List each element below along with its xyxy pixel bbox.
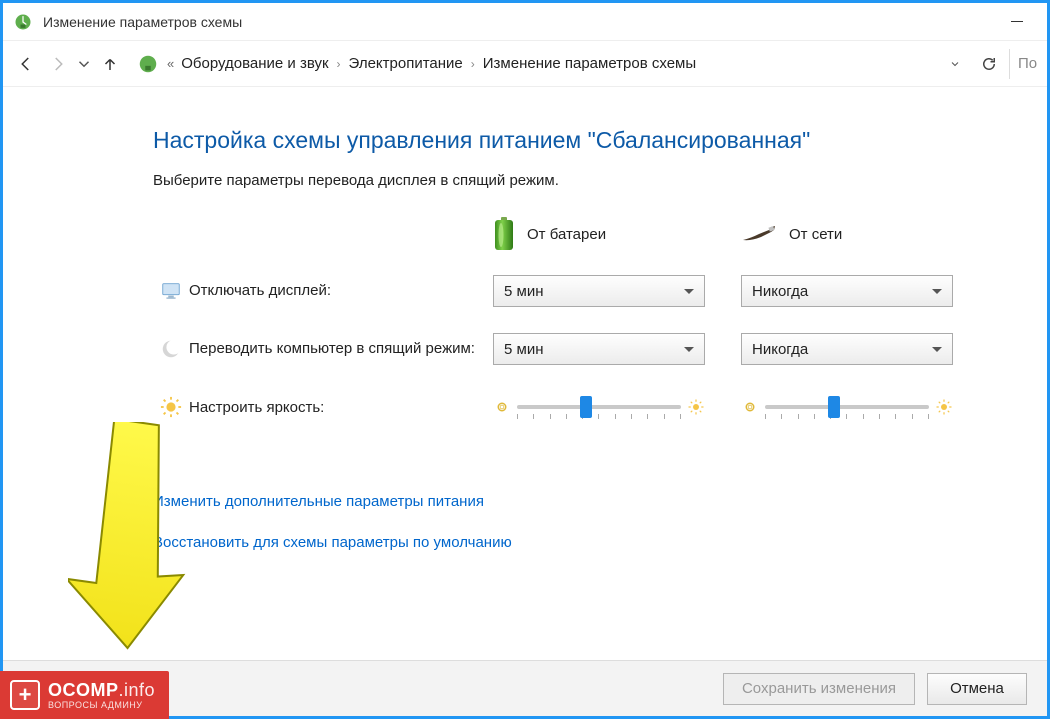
display-off-label: Отключать дисплей: — [189, 281, 493, 301]
brightness-battery-slider[interactable] — [493, 391, 705, 423]
moon-icon — [160, 338, 182, 360]
advanced-settings-link[interactable]: Изменить дополнительные параметры питани… — [153, 493, 987, 510]
display-off-ac-select[interactable]: Никогда — [741, 275, 953, 307]
window-title: Изменение параметров схемы — [43, 14, 997, 30]
battery-label: От батареи — [527, 226, 606, 243]
recent-locations-button[interactable] — [75, 49, 93, 79]
chevron-down-icon — [684, 347, 694, 352]
up-button[interactable] — [95, 49, 125, 79]
power-options-icon — [13, 12, 33, 32]
cancel-button[interactable]: Отмена — [927, 673, 1027, 705]
brightness-ac-slider[interactable] — [741, 391, 953, 423]
sleep-label: Переводить компьютер в спящий режим: — [189, 339, 493, 359]
chevron-right-icon[interactable]: › — [467, 57, 479, 71]
page-subtitle: Выберите параметры перевода дисплея в сп… — [153, 172, 987, 189]
sun-icon — [160, 396, 182, 418]
column-header-battery: От батареи — [493, 217, 713, 251]
breadcrumb[interactable]: « Оборудование и звук › Электропитание ›… — [165, 49, 939, 78]
plug-icon — [741, 224, 777, 244]
watermark-logo: + OCOMP.info ВОПРОСЫ АДМИНУ — [0, 671, 169, 719]
address-dropdown-button[interactable] — [941, 50, 969, 78]
sleep-ac-select[interactable]: Никогда — [741, 333, 953, 365]
sun-dim-icon — [493, 398, 511, 416]
monitor-icon — [160, 280, 182, 302]
display-off-battery-select[interactable]: 5 мин — [493, 275, 705, 307]
refresh-button[interactable] — [975, 50, 1003, 78]
forward-button[interactable] — [43, 49, 73, 79]
search-input[interactable]: По — [1009, 49, 1039, 79]
plus-icon: + — [10, 680, 40, 710]
battery-icon — [493, 217, 515, 251]
content-area: Настройка схемы управления питанием "Сба… — [3, 87, 1047, 660]
sun-dim-icon — [741, 398, 759, 416]
ac-label: От сети — [789, 226, 842, 243]
setting-display-off: Отключать дисплей: 5 мин Никогда — [153, 275, 987, 307]
breadcrumb-edit-plan[interactable]: Изменение параметров схемы — [479, 49, 700, 78]
breadcrumb-power-options[interactable]: Электропитание — [345, 49, 467, 78]
page-title: Настройка схемы управления питанием "Сба… — [153, 127, 987, 154]
chevron-down-icon — [684, 289, 694, 294]
search-placeholder: По — [1018, 55, 1037, 72]
back-button[interactable] — [11, 49, 41, 79]
navigation-bar: « Оборудование и звук › Электропитание ›… — [3, 41, 1047, 87]
address-bar-icon — [137, 53, 159, 75]
breadcrumb-hardware-sound[interactable]: Оборудование и звук — [177, 49, 332, 78]
sleep-battery-select[interactable]: 5 мин — [493, 333, 705, 365]
sun-bright-icon — [935, 398, 953, 416]
chevron-right-icon[interactable]: › — [333, 57, 345, 71]
setting-brightness: Настроить яркость: — [153, 391, 987, 423]
breadcrumb-overflow-icon[interactable]: « — [165, 56, 177, 71]
minimize-button[interactable] — [997, 8, 1037, 36]
chevron-down-icon — [932, 347, 942, 352]
save-button[interactable]: Сохранить изменения — [723, 673, 915, 705]
setting-sleep: Переводить компьютер в спящий режим: 5 м… — [153, 333, 987, 365]
chevron-down-icon — [932, 289, 942, 294]
brightness-label: Настроить яркость: — [189, 396, 493, 418]
restore-defaults-link[interactable]: Восстановить для схемы параметры по умол… — [153, 534, 987, 551]
column-header-ac: От сети — [741, 224, 961, 244]
sun-bright-icon — [687, 398, 705, 416]
title-bar: Изменение параметров схемы — [3, 3, 1047, 41]
